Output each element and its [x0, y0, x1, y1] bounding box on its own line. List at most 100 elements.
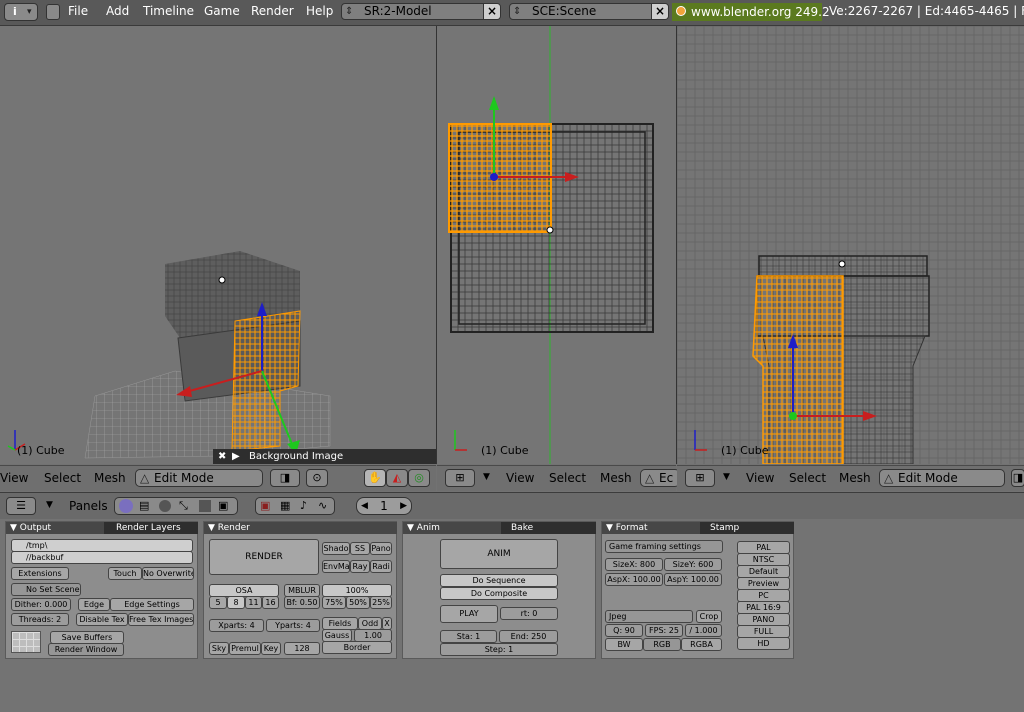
ss-button[interactable]: SS — [350, 542, 370, 555]
menu-view[interactable]: View — [506, 471, 534, 485]
screen-selector[interactable]: ⇕ SR:2-Model × — [341, 3, 501, 20]
preset-hd-button[interactable]: HD — [737, 637, 790, 650]
collapse-menu-icon[interactable] — [46, 4, 60, 20]
no-set-scene-button[interactable]: No Set Scene — [11, 583, 81, 596]
xparts-field[interactable]: Xparts: 4 — [209, 619, 264, 632]
menu-help[interactable]: Help — [306, 4, 333, 18]
editor-type-icon[interactable]: ⊞ — [445, 469, 475, 487]
rgb-button[interactable]: RGB — [643, 638, 681, 651]
osa-16-button[interactable]: 16 — [262, 596, 279, 609]
osa-11-button[interactable]: 11 — [245, 596, 262, 609]
step-field[interactable]: Step: 1 — [440, 643, 558, 656]
background-image-panel[interactable]: ✖ ▶ Background Image — [213, 449, 436, 464]
editor-type-icon[interactable]: ⊞ — [685, 469, 715, 487]
anim-icon[interactable]: ▦ — [280, 499, 290, 512]
percent-50-button[interactable]: 50% — [346, 596, 370, 609]
draw-type-icon[interactable]: ◨ — [270, 469, 300, 487]
anim-button[interactable]: ANIM — [440, 539, 558, 569]
fps-base-field[interactable]: / 1.000 — [685, 624, 722, 637]
close-icon[interactable]: × — [483, 4, 500, 19]
menu-view[interactable]: View — [0, 471, 28, 485]
panels-menu[interactable]: Panels — [69, 499, 108, 513]
tab-bake[interactable]: Bake — [501, 522, 596, 534]
touch-button[interactable]: Touch — [108, 567, 142, 580]
blur-factor-field[interactable]: Bf: 0.50 — [284, 596, 320, 609]
mode-selector[interactable]: △ Edit Mode — [135, 469, 263, 487]
crop-button[interactable]: Crop — [696, 610, 722, 623]
menu-render[interactable]: Render — [251, 4, 294, 18]
menu-file[interactable]: File — [68, 4, 88, 18]
pano-button[interactable]: Pano — [370, 542, 392, 555]
aspect-x-field[interactable]: AspX: 100.00 — [605, 573, 663, 586]
render-button[interactable]: RENDER — [209, 539, 319, 575]
chevron-down-icon[interactable]: ▼ — [483, 472, 490, 482]
start-frame-field[interactable]: Sta: 1 — [440, 630, 497, 643]
do-composite-button[interactable]: Do Composite — [440, 587, 558, 600]
radio-button[interactable]: Radi — [370, 560, 392, 573]
menu-game[interactable]: Game — [204, 4, 240, 18]
size-x-field[interactable]: SizeX: 800 — [605, 558, 663, 571]
scene-selector[interactable]: ⇕ SCE:Scene × — [509, 3, 669, 20]
envmap-button[interactable]: EnvMa — [322, 560, 350, 573]
chevron-down-icon[interactable]: ▼ — [46, 500, 53, 510]
edge-settings-button[interactable]: Edge Settings — [110, 598, 194, 611]
tab-format[interactable]: ▼ Format — [602, 522, 700, 534]
size-y-field[interactable]: SizeY: 600 — [664, 558, 722, 571]
aspect-y-field[interactable]: AspY: 100.00 — [664, 573, 722, 586]
world-icon[interactable]: ∿ — [318, 499, 327, 512]
chevron-right-icon[interactable]: ▶ — [400, 498, 407, 514]
scale-icon[interactable]: ◎ — [408, 469, 430, 487]
triangle-right-icon[interactable]: ▶ — [232, 449, 240, 464]
editing-icon[interactable] — [199, 500, 211, 512]
no-overwrite-button[interactable]: No Overwrite — [142, 567, 194, 580]
rotate-icon[interactable]: ◭ — [386, 469, 408, 487]
osa-8-button[interactable]: 8 — [227, 596, 245, 609]
file-format-select[interactable]: Jpeg — [605, 610, 693, 623]
fps-field[interactable]: FPS: 25 — [645, 624, 683, 637]
mode-selector[interactable]: △ Edit Mode — [879, 469, 1005, 487]
object-icon[interactable]: ⤡ — [179, 499, 188, 513]
script-icon[interactable]: ▤ — [139, 499, 149, 512]
shading-icon[interactable] — [159, 500, 171, 512]
menu-select[interactable]: Select — [44, 471, 81, 485]
free-tex-images-button[interactable]: Free Tex Images — [128, 613, 194, 626]
frame-stepper[interactable]: ◀ 1 ▶ — [356, 497, 412, 515]
play-button[interactable]: PLAY — [440, 605, 498, 623]
quality-field[interactable]: Q: 90 — [605, 624, 643, 637]
percent-75-button[interactable]: 75% — [322, 596, 346, 609]
dither-field[interactable]: Dither: 0.000 — [11, 598, 71, 611]
rgba-button[interactable]: RGBA — [681, 638, 722, 651]
viewport-front[interactable]: (1) Cube — [677, 26, 1024, 464]
bit-depth-select[interactable]: 128 — [284, 642, 320, 655]
shadow-button[interactable]: Shado — [322, 542, 350, 555]
scene-icon[interactable]: ▣ — [218, 499, 228, 512]
tab-anim[interactable]: ▼ Anim — [403, 522, 501, 534]
osa-5-button[interactable]: 5 — [209, 596, 227, 609]
editor-type-icon[interactable]: ☰ — [6, 497, 36, 515]
render-icon[interactable]: ▣ — [260, 499, 270, 512]
menu-select[interactable]: Select — [789, 471, 826, 485]
pivot-icon[interactable]: ⊙ — [306, 469, 328, 487]
close-icon[interactable]: × — [651, 4, 668, 19]
ray-button[interactable]: Ray — [350, 560, 370, 573]
sound-icon[interactable]: ♪ — [300, 499, 307, 512]
menu-add[interactable]: Add — [106, 4, 129, 18]
logic-icon[interactable] — [119, 499, 133, 513]
format-preset-select[interactable]: Game framing settings — [605, 540, 723, 553]
close-icon[interactable]: ✖ — [218, 449, 226, 464]
menu-view[interactable]: View — [746, 471, 774, 485]
end-frame-field[interactable]: End: 250 — [499, 630, 558, 643]
draw-type-icon[interactable]: ◨ — [1011, 469, 1024, 487]
tab-render[interactable]: ▼ Render — [204, 522, 397, 534]
backbuf-path-field[interactable]: //backbuf — [11, 551, 193, 564]
viewport-top[interactable]: (1) Cube — [437, 26, 677, 464]
chevron-left-icon[interactable]: ◀ — [361, 498, 368, 514]
menu-timeline[interactable]: Timeline — [143, 4, 194, 18]
menu-select[interactable]: Select — [549, 471, 586, 485]
do-sequence-button[interactable]: Do Sequence — [440, 574, 558, 587]
premul-button[interactable]: Premul — [229, 642, 261, 655]
tab-render-layers[interactable]: Render Layers — [104, 522, 198, 534]
yparts-field[interactable]: Yparts: 4 — [266, 619, 320, 632]
mode-selector[interactable]: △ Ec — [640, 469, 680, 487]
percent-25-button[interactable]: 25% — [370, 596, 392, 609]
